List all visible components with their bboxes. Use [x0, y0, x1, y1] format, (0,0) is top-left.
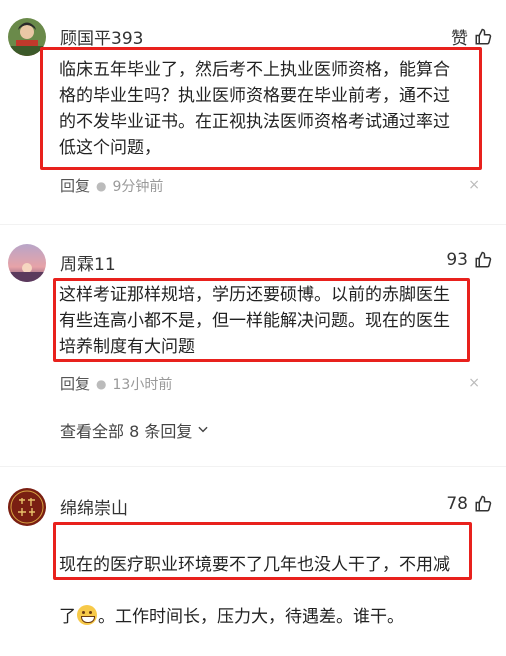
close-icon[interactable]: × — [468, 177, 480, 193]
like-count: 78 — [446, 494, 468, 514]
comment-text: 临床五年毕业了，然后考不上执业医师资格，能算合 格的毕业生吗？执业医师资格要在毕… — [59, 60, 450, 158]
like-label: 赞 — [451, 29, 468, 49]
like-button[interactable]: 93 — [446, 250, 492, 270]
timestamp: 9分钟前 — [112, 178, 164, 195]
close-icon[interactable]: × — [468, 375, 480, 391]
comment-text-fragment: 。工作时间长，压力大，待遇差。谁干。 — [98, 607, 404, 627]
username[interactable]: 周霖11 — [60, 250, 116, 275]
comment-meta: 回复 ● 9分钟前 — [60, 175, 163, 196]
separator-dot: ● — [96, 376, 107, 391]
thumb-up-icon — [474, 251, 492, 269]
expand-replies-label: 查看全部 8 条回复 — [60, 422, 193, 441]
like-button[interactable]: 78 — [446, 494, 492, 514]
expand-replies-button[interactable]: 查看全部 8 条回复 — [60, 418, 210, 442]
thumb-up-icon — [474, 495, 492, 513]
comment-meta: 回复 ● 13小时前 — [60, 373, 172, 394]
timestamp: 13小时前 — [112, 376, 173, 393]
divider — [0, 466, 506, 467]
chevron-down-icon — [196, 421, 210, 440]
comment-text-fragment: 了 — [59, 607, 76, 627]
username[interactable]: 绵绵崇山 — [60, 494, 128, 519]
comment-text-line: 了 。工作时间长，压力大，待遇差。谁干。 — [59, 604, 450, 630]
thumb-up-icon — [474, 28, 492, 46]
like-count: 93 — [446, 250, 468, 270]
reply-button[interactable]: 回复 — [60, 175, 90, 196]
separator-dot: ● — [96, 178, 107, 193]
username[interactable]: 顾国平393 — [60, 24, 143, 49]
avatar[interactable] — [8, 244, 46, 282]
comment-text: 这样考证那样规培，学历还要硕博。以前的赤脚医生 有些连高小都不是，但一样能解决问… — [59, 285, 450, 357]
divider — [0, 224, 506, 225]
comment-text-line: 现在的医疗职业环境要不了几年也没人干了，不用减 — [59, 555, 450, 575]
like-button[interactable]: 赞 — [451, 24, 492, 49]
comment-text: 现在的医疗职业环境要不了几年也没人干了，不用减 了 。工作时间长，压力大，待遇差。… — [59, 526, 450, 656]
reply-button[interactable]: 回复 — [60, 373, 90, 394]
grin-emoji-icon — [77, 605, 97, 625]
avatar[interactable] — [8, 488, 46, 526]
